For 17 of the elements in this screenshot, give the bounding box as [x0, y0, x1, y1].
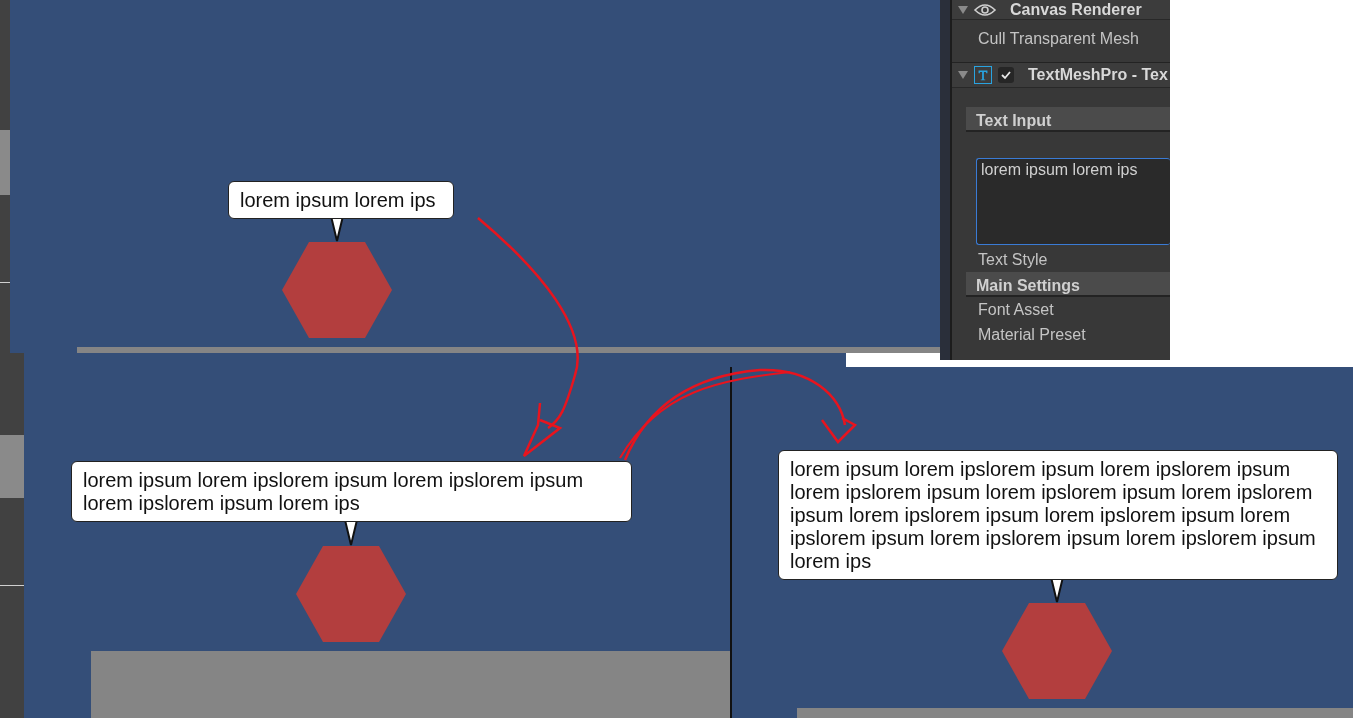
property-label: Text Style: [978, 251, 1048, 268]
enable-checkbox[interactable]: [998, 67, 1014, 83]
section-header[interactable]: Text Input: [966, 107, 1170, 132]
component-title: TextMeshPro - Tex: [1028, 66, 1168, 84]
expand-triangle-icon[interactable]: [958, 5, 968, 14]
speech-bubble: lorem ipsum lorem ipslorem ipsum lorem ipslorem ipsum lorem ipslorem ipsum lorem ips: [71, 461, 632, 522]
speech-bubble: lorem ipsum lorem ips: [228, 181, 454, 219]
text-input-area[interactable]: lorem ipsum lorem ips: [976, 158, 1170, 245]
speech-bubble: lorem ipsum lorem ipslorem ipsum lorem ipslorem ipsum lorem ipslorem ipsum lorem ipslorem ipsum lorem ipslorem ipsum lorem ipslorem ipsum lorem ipslorem ipsum lorem ipslorem ipsum lorem ipslorem ipsum lorem ipslorem ipsum lorem ips: [778, 450, 1338, 580]
property-label: Material Preset: [978, 326, 1086, 343]
text-icon: [974, 66, 992, 84]
property-label: Cull Transparent Mesh: [978, 30, 1139, 47]
property-label: Font Asset: [978, 301, 1054, 318]
expand-triangle-icon[interactable]: [958, 71, 968, 79]
eye-icon[interactable]: [974, 2, 996, 17]
section-header[interactable]: Main Settings: [966, 272, 1170, 297]
component-title: Canvas Renderer: [1010, 0, 1142, 19]
